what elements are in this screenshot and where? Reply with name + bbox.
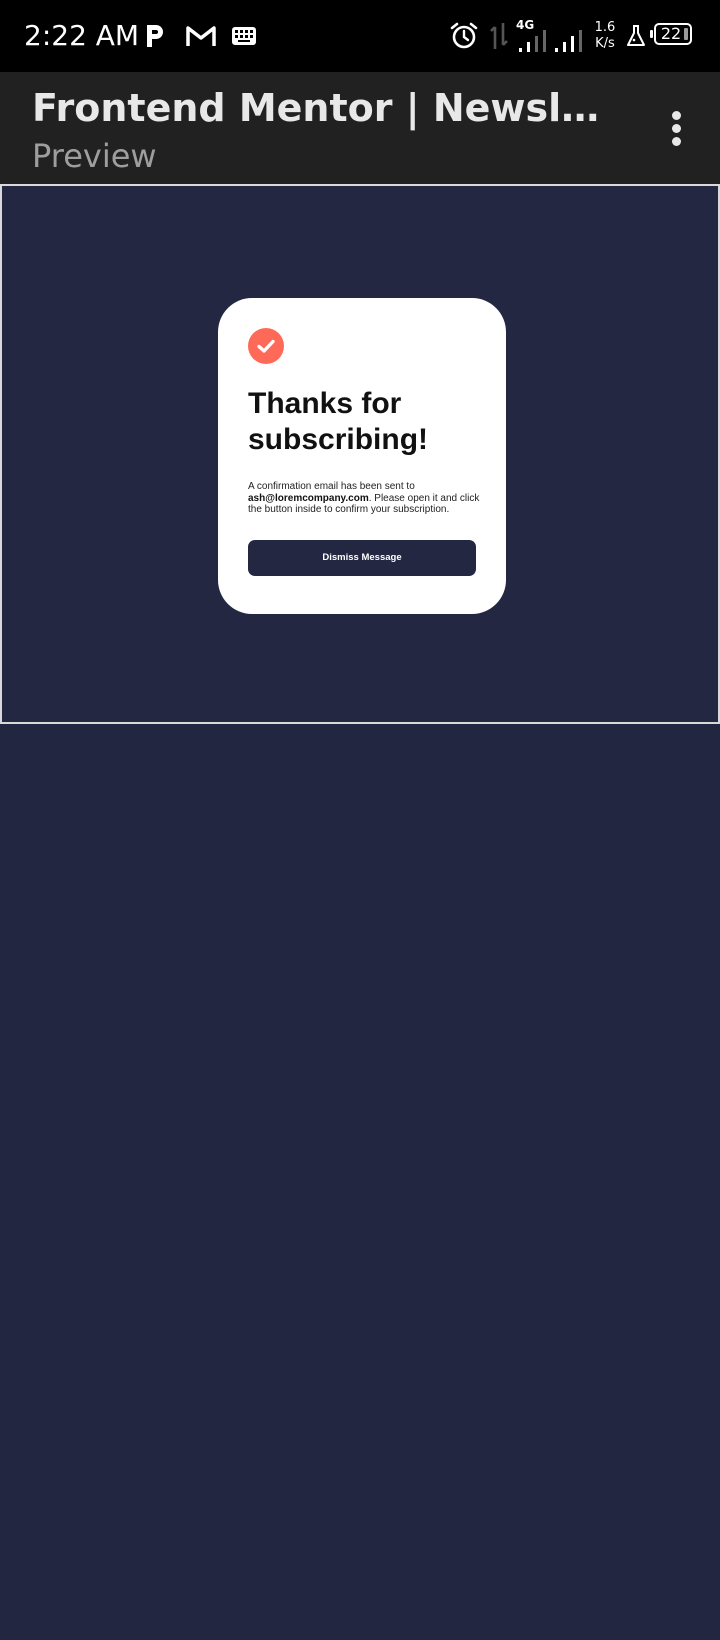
menu-dot [671,136,681,146]
battery-tip [650,30,653,38]
card-body: A confirmation email has been sent to as… [248,481,484,516]
app-bar: Frontend Mentor | Newsletter sign-up for… [0,72,720,184]
menu-dot [671,123,681,133]
battery-icon: 22 [654,23,692,45]
signal-icon [516,26,548,58]
net-speed: 1.6 K/s [592,20,618,52]
net-speed-unit: K/s [595,36,615,51]
battery-level: 22 [660,24,682,43]
dismiss-button[interactable]: Dismiss Message [248,540,476,576]
check-circle-icon [248,328,284,364]
alarm-icon [448,20,480,52]
page-subtitle: Preview [32,137,157,175]
lab-flask-icon [624,20,648,52]
data-arrows-icon [488,20,510,52]
preview-frame: Thanks for subscribing! A confirmation e… [0,184,720,724]
page-title: Frontend Mentor | Newsletter sign-up for… [32,86,622,130]
menu-dot [671,110,681,120]
status-time: 2:22 AM [24,19,140,52]
battery-fill [684,28,688,40]
keyboard-icon [230,20,258,52]
confirmation-email: ash@loremcompany.com [248,492,369,504]
gmail-icon [184,20,218,52]
signal-icon [552,26,584,58]
card-title: Thanks for subscribing! [248,387,429,456]
more-vert-icon[interactable] [656,102,696,154]
success-card: Thanks for subscribing! A confirmation e… [218,298,506,614]
p-icon [142,20,168,52]
status-bar: 2:22 AM 4G 1.6 K/s 22 [0,0,720,72]
body-prefix: A confirmation email has been sent to [248,481,415,492]
net-speed-value: 1.6 [594,20,616,35]
